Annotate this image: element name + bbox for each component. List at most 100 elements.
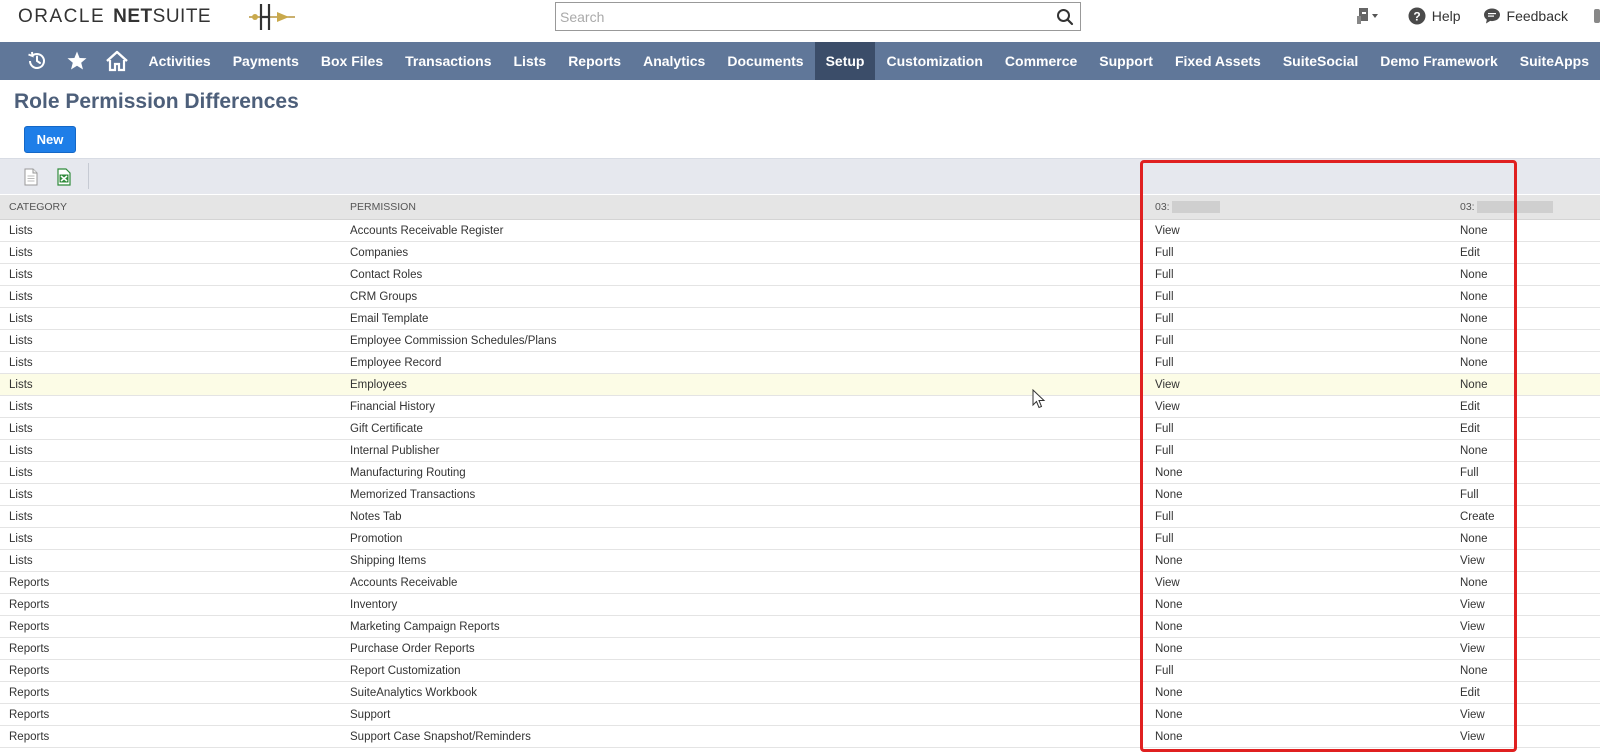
permission-cell: Contact Roles: [350, 268, 423, 281]
role-a-level-cell: None: [1155, 620, 1183, 633]
table-row[interactable]: Reports Accounts Receivable View None: [0, 572, 1600, 594]
table-row[interactable]: Lists Promotion Full None: [0, 528, 1600, 550]
nav-item-setup[interactable]: Setup: [814, 42, 876, 80]
nav-item-suitesocial[interactable]: SuiteSocial: [1272, 42, 1369, 80]
category-cell: Lists: [9, 466, 33, 479]
table-row[interactable]: Reports Report Customization Full None: [0, 660, 1600, 682]
table-row[interactable]: Reports Purchase Order Reports None View: [0, 638, 1600, 660]
table-row[interactable]: Lists Companies Full Edit: [0, 242, 1600, 264]
category-cell: Reports: [9, 576, 50, 589]
profile-menu-edge[interactable]: [1594, 9, 1600, 23]
star-icon: [67, 51, 87, 70]
table-row[interactable]: Lists Employees View None: [0, 374, 1600, 396]
table-row[interactable]: Lists Employee Commission Schedules/Plans…: [0, 330, 1600, 352]
table-row[interactable]: Lists Accounts Receivable Register View Non…: [0, 220, 1600, 242]
permission-cell: Memorized Transactions: [350, 488, 476, 501]
table-row[interactable]: Reports Support None View: [0, 704, 1600, 726]
role-a-level-cell: Full: [1155, 444, 1174, 457]
role-b-level-cell: None: [1460, 378, 1488, 391]
recent-records-nav[interactable]: [17, 42, 57, 80]
nav-item-customization[interactable]: Customization: [875, 42, 993, 80]
permission-cell: Notes Tab: [350, 510, 402, 523]
category-cell: Lists: [9, 334, 33, 347]
role-a-level-cell: None: [1155, 554, 1183, 567]
help-link[interactable]: ? Help: [1408, 7, 1461, 25]
global-search[interactable]: [555, 2, 1081, 31]
nav-item-support[interactable]: Support: [1088, 42, 1164, 80]
role-a-level-cell: None: [1155, 488, 1183, 501]
table-row[interactable]: Lists Contact Roles Full None: [0, 264, 1600, 286]
role-b-level-cell: Full: [1460, 466, 1479, 479]
permission-cell: Manufacturing Routing: [350, 466, 466, 479]
role-a-level-cell: View: [1155, 576, 1180, 589]
nav-item-box-files[interactable]: Box Files: [310, 42, 394, 80]
role-a-level-cell: View: [1155, 378, 1180, 391]
permission-cell: Inventory: [350, 598, 398, 611]
table-row[interactable]: Lists CRM Groups Full None: [0, 286, 1600, 308]
table-row[interactable]: Reports SuiteAnalytics Workbook None Edit: [0, 682, 1600, 704]
role-a-level-cell: Full: [1155, 268, 1174, 281]
permission-differences-table: CATEGORY PERMISSION 03: 03: Lists Account…: [0, 195, 1600, 748]
nav-item-documents[interactable]: Documents: [716, 42, 814, 80]
nav-item-payments[interactable]: Payments: [222, 42, 310, 80]
table-row[interactable]: Reports Marketing Campaign Reports None Vie…: [0, 616, 1600, 638]
role-a-level-cell: Full: [1155, 312, 1174, 325]
table-row[interactable]: Lists Shipping Items None View: [0, 550, 1600, 572]
category-cell: Lists: [9, 422, 33, 435]
category-cell: Lists: [9, 510, 33, 523]
table-row[interactable]: Lists Memorized Transactions None Full: [0, 484, 1600, 506]
new-button[interactable]: New: [24, 126, 76, 153]
feedback-label: Feedback: [1506, 8, 1568, 24]
nav-item-demo-framework[interactable]: Demo Framework: [1369, 42, 1508, 80]
table-row[interactable]: Lists Financial History View Edit: [0, 396, 1600, 418]
permission-cell: Employee Commission Schedules/Plans: [350, 334, 557, 347]
permission-cell: Promotion: [350, 532, 403, 545]
top-header: ORACLE NETSUITE ? Help: [0, 0, 1600, 42]
role-b-level-cell: None: [1460, 268, 1488, 281]
category-cell: Lists: [9, 224, 33, 237]
search-input[interactable]: [556, 3, 1036, 30]
table-row[interactable]: Lists Manufacturing Routing None Full: [0, 462, 1600, 484]
role-a-level-cell: Full: [1155, 532, 1174, 545]
nav-item-analytics[interactable]: Analytics: [632, 42, 716, 80]
nav-item-lists[interactable]: Lists: [503, 42, 558, 80]
role-b-level-cell: Edit: [1460, 422, 1480, 435]
column-header-role-a[interactable]: 03:: [1155, 201, 1460, 214]
table-body: Lists Accounts Receivable Register View Non…: [0, 220, 1600, 748]
nav-item-suiteapps[interactable]: SuiteApps: [1509, 42, 1600, 80]
role-b-level-cell: View: [1460, 730, 1485, 743]
column-header-role-b[interactable]: 03:: [1460, 201, 1600, 214]
nav-item-commerce[interactable]: Commerce: [994, 42, 1088, 80]
nav-item-transactions[interactable]: Transactions: [394, 42, 502, 80]
table-row[interactable]: Lists Notes Tab Full Create: [0, 506, 1600, 528]
feedback-link[interactable]: Feedback: [1483, 7, 1568, 25]
svg-text:?: ?: [1413, 10, 1420, 24]
role-a-level-cell: Full: [1155, 510, 1174, 523]
table-row[interactable]: Reports Inventory None View: [0, 594, 1600, 616]
table-row[interactable]: Reports Support Case Snapshot/Reminders No…: [0, 726, 1600, 748]
logo-oracle-text: ORACLE: [18, 6, 106, 27]
table-row[interactable]: Lists Employee Record Full None: [0, 352, 1600, 374]
document-dropdown-icon: [1356, 8, 1378, 24]
role-b-level-cell: Edit: [1460, 686, 1480, 699]
category-cell: Lists: [9, 246, 33, 259]
table-row[interactable]: Lists Gift Certificate Full Edit: [0, 418, 1600, 440]
home-nav[interactable]: [97, 42, 137, 80]
role-b-level-cell: View: [1460, 642, 1485, 655]
netsuite-logo[interactable]: ORACLE NETSUITE: [18, 6, 211, 28]
column-header-category[interactable]: CATEGORY: [0, 201, 350, 213]
nav-item-reports[interactable]: Reports: [557, 42, 632, 80]
search-icon[interactable]: [1056, 8, 1074, 26]
table-row[interactable]: Lists Internal Publisher Full None: [0, 440, 1600, 462]
role-b-level-cell: None: [1460, 664, 1488, 677]
nav-item-activities[interactable]: Activities: [137, 42, 221, 80]
column-header-permission[interactable]: PERMISSION: [350, 201, 1155, 213]
recent-records-menu[interactable]: [1356, 7, 1386, 25]
favorites-nav[interactable]: [57, 42, 97, 80]
export-pdf-icon[interactable]: [22, 168, 40, 186]
table-row[interactable]: Lists Email Template Full None: [0, 308, 1600, 330]
nav-item-fixed-assets[interactable]: Fixed Assets: [1164, 42, 1272, 80]
permission-cell: Accounts Receivable: [350, 576, 458, 589]
export-excel-icon[interactable]: [55, 168, 73, 186]
role-a-level-cell: Full: [1155, 664, 1174, 677]
